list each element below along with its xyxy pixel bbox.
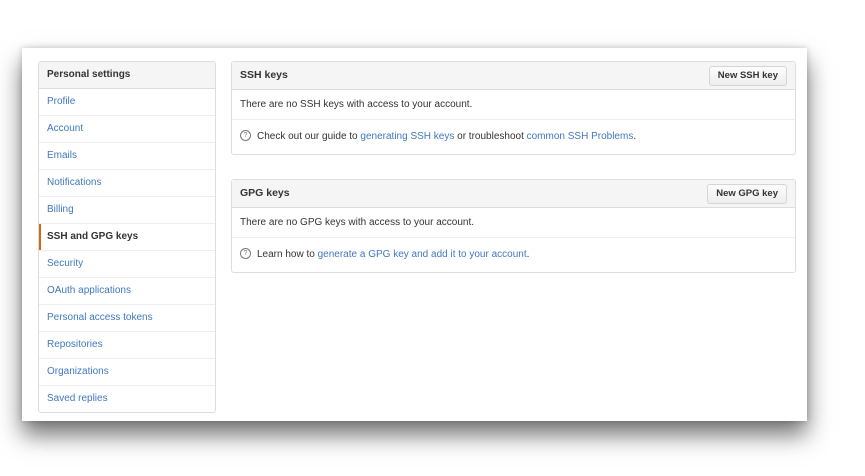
ssh-help-prefix: Check out our guide to	[257, 131, 361, 142]
ssh-help-suffix: .	[633, 131, 637, 142]
sidebar-item-security[interactable]: Security	[39, 251, 215, 278]
sidebar-item-ssh-gpg-keys[interactable]: SSH and GPG keys	[39, 224, 215, 251]
settings-sidebar: Personal settings Profile Account Emails…	[38, 61, 216, 413]
sidebar-header: Personal settings	[39, 62, 215, 89]
new-gpg-key-button[interactable]: New GPG key	[707, 184, 787, 204]
gpg-keys-panel: GPG keys New GPG key There are no GPG ke…	[231, 179, 796, 273]
ssh-keys-title: SSH keys	[240, 69, 288, 81]
gpg-help-suffix: .	[526, 249, 530, 260]
sidebar-item-oauth-applications[interactable]: OAuth applications	[39, 278, 215, 305]
common-ssh-problems-link[interactable]: common SSH Problems	[527, 131, 634, 142]
generate-gpg-key-link[interactable]: generate a GPG key and add it to your ac…	[318, 249, 527, 260]
gpg-keys-empty-message: There are no GPG keys with access to you…	[232, 208, 795, 238]
gpg-keys-header: GPG keys New GPG key	[232, 180, 795, 208]
sidebar-item-personal-access-tokens[interactable]: Personal access tokens	[39, 305, 215, 332]
sidebar-item-account[interactable]: Account	[39, 116, 215, 143]
sidebar-item-billing[interactable]: Billing	[39, 197, 215, 224]
sidebar-item-organizations[interactable]: Organizations	[39, 359, 215, 386]
question-circle-icon: ?	[240, 247, 251, 259]
ssh-keys-help: ? Check out our guide to generating SSH k…	[232, 120, 795, 154]
sidebar-item-saved-replies[interactable]: Saved replies	[39, 386, 215, 412]
ssh-help-middle: or troubleshoot	[454, 131, 527, 142]
generating-ssh-keys-link[interactable]: generating SSH keys	[360, 131, 454, 142]
gpg-keys-title: GPG keys	[240, 187, 290, 199]
ssh-keys-panel: SSH keys New SSH key There are no SSH ke…	[231, 61, 796, 155]
gpg-keys-help: ? Learn how to generate a GPG key and add…	[232, 238, 795, 272]
sidebar-item-notifications[interactable]: Notifications	[39, 170, 215, 197]
sidebar-item-emails[interactable]: Emails	[39, 143, 215, 170]
question-circle-icon: ?	[240, 129, 251, 141]
sidebar-item-repositories[interactable]: Repositories	[39, 332, 215, 359]
ssh-keys-empty-message: There are no SSH keys with access to you…	[232, 90, 795, 120]
sidebar-item-profile[interactable]: Profile	[39, 89, 215, 116]
new-ssh-key-button[interactable]: New SSH key	[708, 66, 787, 86]
settings-window: Personal settings Profile Account Emails…	[22, 48, 807, 421]
gpg-help-prefix: Learn how to	[257, 249, 318, 260]
ssh-keys-header: SSH keys New SSH key	[232, 62, 795, 90]
